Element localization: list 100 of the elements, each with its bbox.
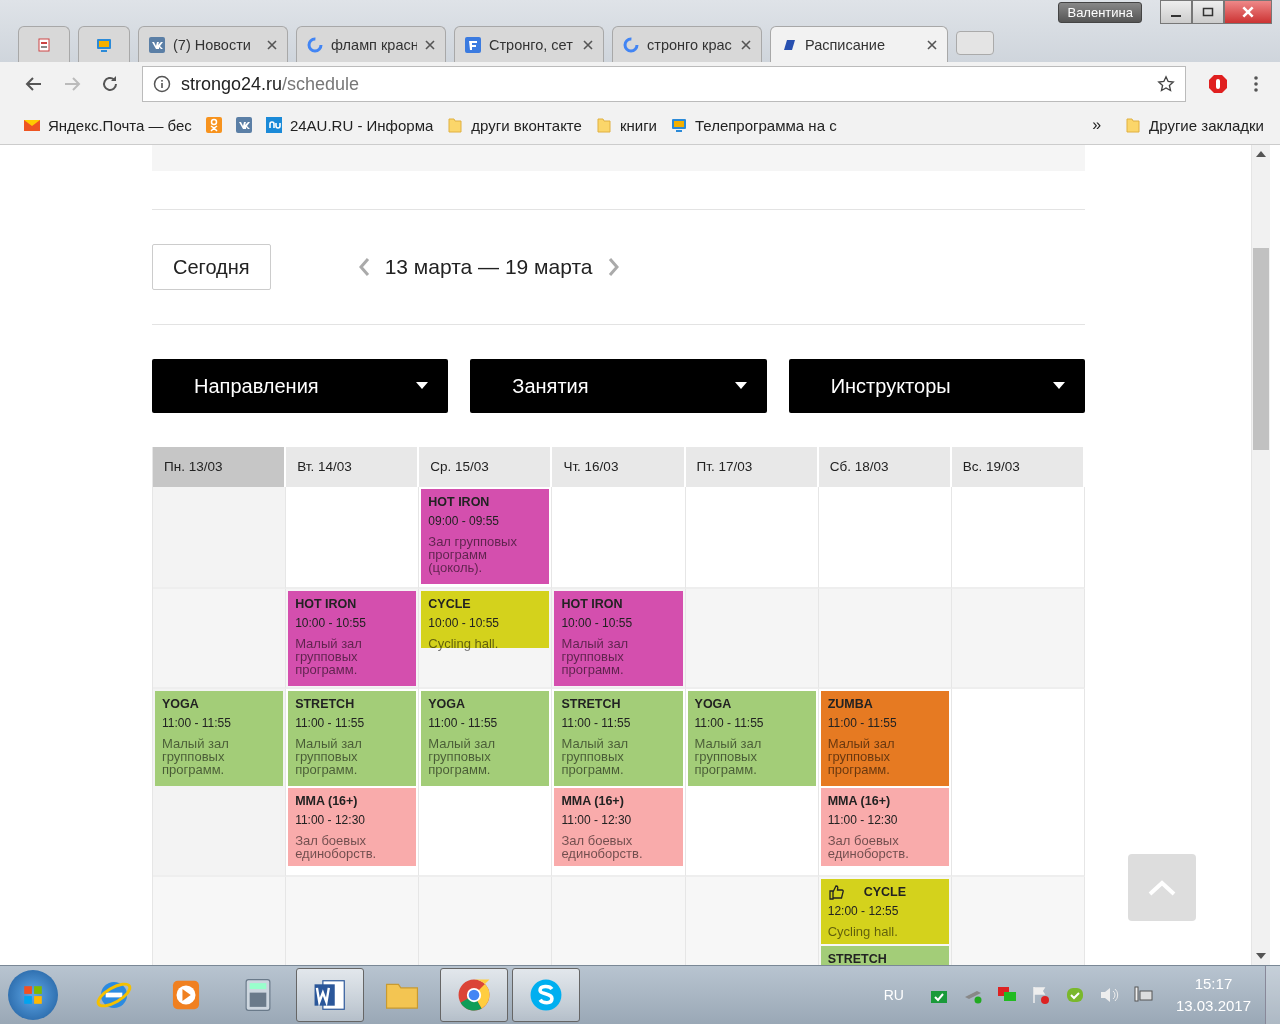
class-card[interactable]: YOGA 11:00 - 11:55 Малый зал групповых программ. <box>155 691 284 786</box>
class-card[interactable]: MMA (16+) 11:00 - 12:30 Зал боевых единоборств. <box>554 788 683 866</box>
more-bookmarks-button[interactable]: » <box>1092 116 1102 134</box>
class-time: 11:00 - 12:30 <box>827 812 899 828</box>
reload-icon[interactable] <box>100 74 120 94</box>
scroll-down-icon[interactable] <box>1256 953 1266 959</box>
show-desktop-button[interactable] <box>1265 966 1280 1024</box>
class-card[interactable]: STRETCH 11:00 - 11:55 Малый зал групповых программ. <box>288 691 417 786</box>
bookmark-item[interactable]: Яндекс.Почта — бес <box>24 116 192 134</box>
speaker-icon[interactable] <box>1098 985 1119 1005</box>
bookmark-item[interactable]: книги <box>595 116 657 134</box>
class-name: STRETCH <box>827 951 887 965</box>
check-badge-icon[interactable] <box>1064 985 1085 1005</box>
day-header: Ср. 15/03 <box>419 447 553 487</box>
class-card[interactable]: CYCLE 12:00 - 12:55 Cycling hall. <box>820 879 949 944</box>
browser-tab[interactable]: Стронго, сет <box>454 26 604 62</box>
minimize-button[interactable] <box>1160 0 1192 24</box>
day-header: Пн. 13/03 <box>153 447 287 487</box>
browser-tab[interactable]: стронго крас <box>612 26 762 62</box>
f-logo-icon <box>465 36 481 53</box>
class-card[interactable]: HOT IRON 10:00 - 10:55 Малый зал групповых программ. <box>554 591 683 686</box>
class-name: MMA (16+) <box>827 793 891 809</box>
g-logo-icon <box>307 36 323 53</box>
browser-tab[interactable] <box>18 26 70 62</box>
class-card[interactable]: HOT IRON 09:00 - 09:55 Зал групповых программ (цоколь). <box>421 489 550 584</box>
ok-logo-icon[interactable] <box>205 117 222 133</box>
taskbar-app[interactable] <box>296 968 364 1022</box>
close-icon[interactable] <box>927 39 937 50</box>
class-room: Малый зал групповых программ. <box>295 737 363 776</box>
class-name: STRETCH <box>561 696 621 712</box>
network-icon[interactable] <box>1132 985 1153 1005</box>
class-time: 11:00 - 11:55 <box>827 715 898 731</box>
address-field[interactable]: strongo24.ru/schedule <box>142 66 1186 102</box>
bookmark-star-icon[interactable] <box>1157 75 1175 93</box>
class-time: 10:00 - 10:55 <box>561 615 634 631</box>
class-card[interactable]: STRETCH <box>820 946 949 965</box>
chevron-left-icon[interactable] <box>356 257 371 277</box>
maximize-icon <box>1202 7 1214 17</box>
profile-button[interactable]: Валентина <box>1058 2 1142 23</box>
chevron-right-icon[interactable] <box>606 257 621 277</box>
class-card[interactable]: MMA (16+) 11:00 - 12:30 Зал боевых единоборств. <box>288 788 417 866</box>
maximize-button[interactable] <box>1192 0 1224 24</box>
class-time: 11:00 - 11:55 <box>295 715 366 731</box>
start-button[interactable] <box>8 970 58 1020</box>
taskbar-app[interactable] <box>512 968 580 1022</box>
g-logo-icon <box>623 36 639 53</box>
class-name: HOT IRON <box>428 494 490 510</box>
filter-dropdown[interactable]: Направления <box>152 359 449 413</box>
browser-tab[interactable]: (7) Новости <box>138 26 288 62</box>
stop-sign-icon[interactable] <box>1208 74 1228 94</box>
caret-icon <box>734 382 747 390</box>
class-card[interactable]: MMA (16+) 11:00 - 12:30 Зал боевых единоборств. <box>820 788 949 866</box>
class-card[interactable]: STRETCH 11:00 - 11:55 Малый зал групповых программ. <box>554 691 683 786</box>
clock-date: 13.03.2017 <box>1175 996 1251 1016</box>
today-button[interactable]: Сегодня <box>152 244 271 290</box>
info-icon <box>153 75 171 93</box>
folder-icon <box>1125 117 1142 133</box>
class-name: MMA (16+) <box>561 793 624 809</box>
bookmark-item[interactable]: 24AU.RU - Информа <box>265 116 434 134</box>
class-card[interactable]: YOGA 11:00 - 11:55 Малый зал групповых программ. <box>421 691 550 786</box>
class-room: Малый зал групповых программ. <box>561 737 630 776</box>
class-card[interactable]: HOT IRON 10:00 - 10:55 Малый зал групповых программ. <box>288 591 417 686</box>
class-name: YOGA <box>162 696 199 712</box>
taskbar-app[interactable] <box>440 968 508 1022</box>
class-name: MMA (16+) <box>295 793 358 809</box>
envelope-icon <box>24 117 40 133</box>
vk-logo-icon[interactable] <box>235 117 252 133</box>
close-icon[interactable] <box>267 39 277 50</box>
bookmark-folder[interactable]: Другие закладки <box>1125 116 1264 134</box>
scrollbar-thumb[interactable] <box>1253 248 1269 450</box>
au-logo-icon <box>265 117 282 133</box>
scroll-up-icon[interactable] <box>1256 151 1266 157</box>
day-header: Вс. 19/03 <box>951 447 1085 487</box>
clock-time: 15:17 <box>1194 974 1233 994</box>
flag-error-icon[interactable] <box>1030 985 1051 1005</box>
document-icon <box>36 36 52 53</box>
caret-icon <box>416 382 429 390</box>
close-button[interactable] <box>1224 0 1272 24</box>
day-header: Чт. 16/03 <box>552 447 686 487</box>
day-header: Сб. 18/03 <box>818 447 952 487</box>
class-time: 11:00 - 11:55 <box>561 715 632 731</box>
monitor-icon <box>96 36 112 53</box>
filter-dropdown[interactable]: Инструкторы <box>788 359 1085 413</box>
close-icon[interactable] <box>583 39 593 50</box>
bookmark-item[interactable]: Телепрограмма на с <box>671 116 837 134</box>
class-name: HOT IRON <box>295 596 357 612</box>
close-icon[interactable] <box>425 39 435 50</box>
bookmark-item[interactable]: други вконтакте <box>447 116 582 134</box>
class-name: CYCLE <box>863 884 907 900</box>
filter-dropdown[interactable]: Занятия <box>470 359 767 413</box>
browser-tab[interactable] <box>78 26 130 62</box>
class-time: 11:00 - 12:30 <box>561 812 633 828</box>
class-card[interactable]: YOGA 11:00 - 11:55 Малый зал групповых программ. <box>687 691 816 786</box>
class-card[interactable]: ZUMBA 11:00 - 11:55 Малый зал групповых программ. <box>820 691 949 786</box>
browser-tab[interactable]: фламп красн <box>296 26 446 62</box>
scrollbar[interactable] <box>1251 145 1270 965</box>
caret-icon <box>1053 382 1065 390</box>
monitor-icon <box>671 117 687 133</box>
close-icon[interactable] <box>741 39 751 50</box>
browser-tab[interactable]: Расписание <box>770 26 948 62</box>
